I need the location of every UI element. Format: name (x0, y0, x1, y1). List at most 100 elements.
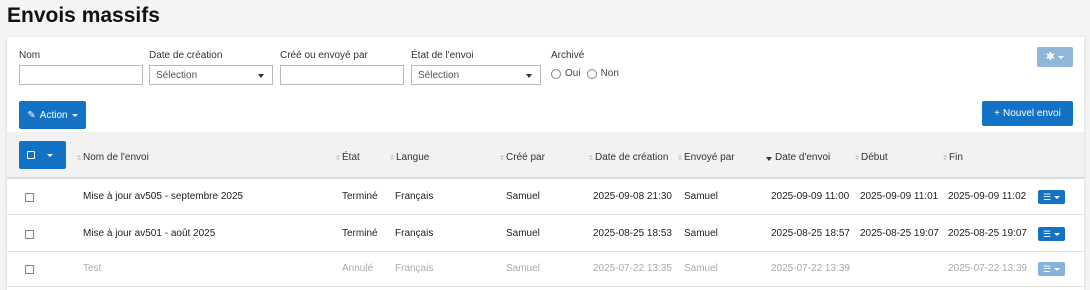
column-header-creator[interactable]: Créé par (500, 152, 545, 163)
cell-name[interactable]: Test (83, 263, 101, 274)
state-filter-value: Sélection (418, 70, 460, 81)
name-filter-label: Nom (19, 50, 41, 61)
archived-yes-option[interactable]: Oui (551, 68, 581, 79)
list-icon: ☰ (1042, 228, 1052, 239)
list-icon: ☰ (1042, 263, 1052, 274)
cell-language: Français (395, 191, 434, 202)
cell-created-date: 2025-07-22 13:35 (593, 263, 672, 274)
settings-button[interactable]: ✱ (1037, 47, 1073, 67)
sort-icon (943, 155, 947, 160)
cell-sent-date: 2025-09-09 11:00 (771, 191, 850, 202)
row-checkbox[interactable] (25, 265, 34, 274)
row-checkbox[interactable] (25, 193, 34, 202)
cell-state: Terminé (342, 228, 378, 239)
date-filter-select[interactable]: Sélection (149, 65, 273, 85)
action-button-label: Action (39, 109, 68, 121)
cell-creator: Samuel (506, 263, 540, 274)
table-header: Nom de l'envoi État Langue Créé par Date… (7, 132, 1084, 179)
cell-sender: Samuel (684, 228, 718, 239)
cell-creator: Samuel (506, 228, 540, 239)
new-send-label: Nouvel envoi (1003, 108, 1061, 119)
by-filter-input[interactable] (280, 65, 404, 85)
new-send-button[interactable]: + Nouvel envoi (982, 101, 1073, 126)
cell-language: Français (395, 228, 434, 239)
cell-sent-date: 2025-08-25 18:57 (771, 228, 850, 239)
cell-end: 2025-07-22 13:39 (948, 263, 1027, 274)
cell-end: 2025-08-25 19:07 (948, 228, 1027, 239)
column-header-label: Fin (949, 152, 963, 163)
state-filter-label: État de l'envoi (411, 50, 474, 61)
cell-language: Français (395, 263, 434, 274)
pencil-icon: ✎ (27, 109, 36, 121)
column-header-label: Date d'envoi (775, 152, 831, 163)
cell-sender: Samuel (684, 263, 718, 274)
cell-name[interactable]: Mise à jour av501 - août 2025 (83, 228, 215, 239)
select-all-button[interactable] (19, 141, 66, 169)
gear-icon: ✱ (1045, 50, 1056, 63)
name-filter-input[interactable] (19, 65, 143, 85)
cell-sent-date: 2025-07-22 13:39 (771, 263, 850, 274)
column-header-label: Envoyé par (684, 152, 735, 163)
chevron-down-icon (1054, 232, 1061, 236)
column-header-start[interactable]: Début (855, 152, 888, 163)
chevron-down-icon (47, 153, 53, 157)
column-header-language[interactable]: Langue (390, 152, 429, 163)
state-filter-select[interactable]: Sélection (411, 65, 541, 85)
archived-no-label: Non (600, 68, 619, 79)
column-header-label: Créé par (506, 152, 545, 163)
date-filter-value: Sélection (156, 70, 198, 81)
archived-yes-label: Oui (565, 68, 581, 79)
sort-icon (678, 155, 682, 160)
column-header-end[interactable]: Fin (943, 152, 963, 163)
archived-radio-group: Oui Non (551, 68, 625, 79)
column-header-sent-date[interactable]: Date d'envoi (766, 152, 830, 163)
chevron-down-icon (258, 74, 264, 78)
plus-icon: + (994, 108, 1001, 119)
checkbox-icon (27, 151, 35, 159)
chevron-down-icon (1054, 195, 1061, 199)
row-checkbox[interactable] (25, 230, 34, 239)
cell-name[interactable]: Mise à jour av505 - septembre 2025 (83, 191, 243, 202)
column-header-label: Début (861, 152, 888, 163)
sort-icon (855, 155, 859, 160)
table-row[interactable]: Mise à jour av505 - septembre 2025 Termi… (7, 179, 1084, 215)
cell-start: 2025-09-09 11:01 (860, 191, 939, 202)
archived-no-option[interactable]: Non (586, 68, 619, 79)
sort-icon (390, 155, 394, 160)
cell-sender: Samuel (684, 191, 718, 202)
column-header-sender[interactable]: Envoyé par (678, 152, 735, 163)
cell-created-date: 2025-09-08 21:30 (593, 191, 672, 202)
column-header-label: Nom de l'envoi (83, 152, 149, 163)
radio-button[interactable] (551, 68, 561, 79)
row-menu-button[interactable]: ☰ (1038, 262, 1065, 276)
cell-end: 2025-09-09 11:02 (948, 191, 1027, 202)
column-header-label: État (342, 152, 360, 163)
sort-icon (589, 155, 593, 160)
bulk-sends-panel: Nom Date de création Sélection Créé ou e… (7, 37, 1084, 290)
column-header-name[interactable]: Nom de l'envoi (77, 152, 149, 163)
table-row[interactable]: Test Annulé Français Samuel 2025-07-22 1… (7, 251, 1084, 287)
cell-state: Terminé (342, 191, 378, 202)
row-menu-button[interactable]: ☰ (1038, 227, 1065, 241)
table-row[interactable]: Mise à jour av501 - août 2025 Terminé Fr… (7, 216, 1084, 252)
column-header-label: Date de création (595, 152, 669, 163)
cell-start: 2025-08-25 19:07 (860, 228, 939, 239)
sort-icon (500, 155, 504, 160)
chevron-down-icon (71, 113, 78, 117)
cell-state: Annulé (342, 263, 374, 274)
row-menu-button[interactable]: ☰ (1038, 190, 1065, 204)
archived-filter-label: Archivé (551, 50, 585, 61)
chevron-down-icon (1058, 55, 1065, 59)
date-filter-label: Date de création (149, 50, 223, 61)
by-filter-label: Créé ou envoyé par (280, 50, 368, 61)
sort-desc-icon (766, 157, 772, 161)
column-header-state[interactable]: État (336, 152, 360, 163)
column-header-created-date[interactable]: Date de création (589, 152, 668, 163)
chevron-down-icon (1054, 267, 1061, 271)
sort-icon (77, 155, 81, 160)
radio-button[interactable] (586, 68, 597, 79)
cell-created-date: 2025-08-25 18:53 (593, 228, 672, 239)
page-title: Envois massifs (7, 4, 160, 27)
sort-icon (336, 155, 340, 160)
action-button[interactable]: ✎ Action (19, 101, 86, 129)
